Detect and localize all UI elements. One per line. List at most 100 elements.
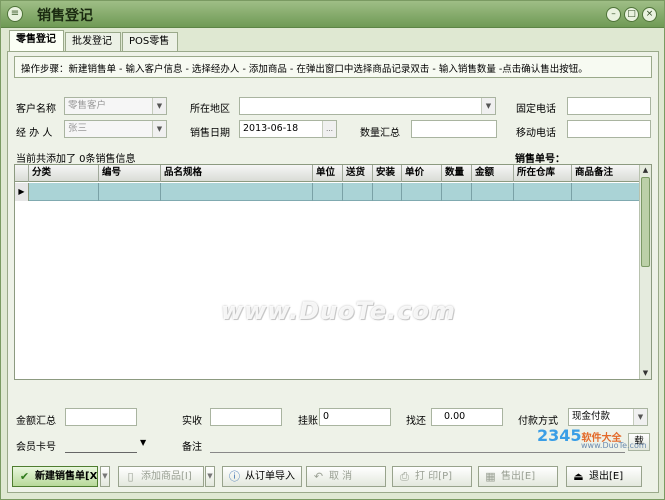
handler-select[interactable]: 张三 ▼ [64, 120, 167, 138]
confirm-sale-button[interactable]: ▦ 售出[E] [478, 466, 558, 487]
scroll-down-icon[interactable]: ▼ [640, 368, 651, 379]
date-picker[interactable]: 2013-06-18 … [239, 120, 337, 138]
customer-label: 客户名称 [16, 104, 56, 115]
handler-value: 张三 [68, 123, 88, 134]
print-button[interactable]: ⎙ 打 印[P] [392, 466, 472, 487]
grid-header: 分类 编号 品名规格 单位 送货 安装 单价 数量 金额 所在仓库 商品备注 [15, 165, 641, 182]
region-label: 所在地区 [190, 104, 230, 115]
table-cell[interactable] [514, 183, 572, 201]
import-order-button[interactable]: ⓘ 从订单导入 [222, 466, 302, 487]
region-select[interactable]: ▼ [239, 97, 496, 115]
action-bar: ✔ 新建销售单[X] ▼ ▯ 添加商品[I] ▼ ⓘ 从订单导入 ↶ 取 消 ⎙… [8, 462, 658, 492]
printer-icon: ⎙ [400, 470, 409, 483]
operation-steps: 操作步骤：新建销售单 - 输入客户信息 - 选择经办人 - 添加商品 - 在弹出… [14, 56, 652, 78]
cancel-label: 取 消 [329, 471, 353, 482]
exit-button[interactable]: ⏏ 退出[E] [566, 466, 642, 487]
added-count-text: 当前共添加了 0条销售信息 [16, 154, 136, 165]
minimize-icon[interactable]: – [606, 7, 621, 22]
change-input[interactable]: 0.00 [431, 408, 503, 426]
customer-value: 零售客户 [68, 100, 107, 111]
print-label: 打 印[P] [415, 471, 453, 482]
sales-grid[interactable]: 分类 编号 品名规格 单位 送货 安装 单价 数量 金额 所在仓库 商品备注 ▶ [14, 164, 652, 380]
table-cell[interactable] [402, 183, 442, 201]
column-header[interactable]: 单位 [313, 165, 343, 182]
phone-input[interactable] [567, 97, 651, 115]
column-header[interactable]: 送货 [343, 165, 373, 182]
chevron-down-icon[interactable]: ▼ [481, 98, 495, 114]
calendar-icon[interactable]: … [322, 121, 336, 137]
table-cell[interactable] [161, 183, 313, 201]
column-header[interactable]: 所在仓库 [514, 165, 572, 182]
sales-window: ≡ 销售登记 – □ × 零售登记 批发登记 POS零售 操作步骤：新建销售单 … [0, 0, 665, 500]
mobile-input[interactable] [567, 120, 651, 138]
chevron-down-icon[interactable]: ▼ [633, 409, 647, 425]
maximize-icon[interactable]: □ [624, 7, 639, 22]
received-input[interactable] [210, 408, 282, 426]
title-bar: ≡ 销售登记 – □ × [1, 1, 664, 28]
pay-method-value: 现金付款 [572, 411, 611, 422]
add-goods-dropdown-icon[interactable]: ▼ [205, 466, 215, 487]
import-order-label: 从订单导入 [245, 471, 295, 482]
table-icon: ▦ [485, 470, 496, 483]
table-cell[interactable] [343, 183, 373, 201]
column-header[interactable]: 数量 [442, 165, 472, 182]
new-order-button[interactable]: ✔ 新建销售单[X] [12, 466, 98, 487]
received-label: 实收 [182, 416, 202, 427]
change-label: 找还 [406, 416, 426, 427]
amount-input[interactable] [65, 408, 137, 426]
column-header[interactable]: 编号 [99, 165, 161, 182]
mobile-label: 移动电话 [516, 128, 556, 139]
cancel-button[interactable]: ↶ 取 消 [306, 466, 386, 487]
check-icon: ✔ [19, 470, 30, 483]
add-goods-button[interactable]: ▯ 添加商品[I] [118, 466, 204, 487]
qty-sum-label: 数量汇总 [360, 128, 400, 139]
column-header[interactable]: 分类 [29, 165, 99, 182]
brand-number: 2345 [537, 426, 582, 445]
scroll-up-icon[interactable]: ▲ [640, 165, 651, 176]
customer-select[interactable]: 零售客户 ▼ [64, 97, 167, 115]
scroll-thumb[interactable] [641, 177, 650, 267]
column-header[interactable]: 商品备注 [572, 165, 641, 182]
column-header[interactable]: 金额 [472, 165, 514, 182]
exit-icon: ⏏ [573, 470, 584, 483]
table-cell[interactable] [472, 183, 514, 201]
date-value: 2013-06-18 [243, 123, 299, 134]
credit-input[interactable]: 0 [319, 408, 391, 426]
pay-method-label: 付款方式 [518, 416, 558, 427]
tab-wholesale[interactable]: 批发登记 [65, 32, 121, 52]
pay-method-select[interactable]: 现金付款 ▼ [568, 408, 648, 426]
member-dropdown-icon[interactable]: ▼ [140, 438, 146, 447]
qty-sum-input[interactable] [411, 120, 497, 138]
note-label: 备注 [182, 442, 202, 453]
column-header[interactable]: 单价 [402, 165, 442, 182]
column-header[interactable]: 品名规格 [161, 165, 313, 182]
table-cell[interactable] [313, 183, 343, 201]
watermark-text: www.DuoTe.com [221, 297, 456, 325]
row-indicator-icon: ▶ [15, 183, 29, 201]
member-card-label: 会员卡号 [16, 442, 56, 453]
exit-label: 退出[E] [589, 471, 624, 482]
table-cell[interactable] [442, 183, 472, 201]
table-row[interactable] [29, 183, 641, 201]
confirm-sale-label: 售出[E] [501, 471, 536, 482]
table-cell[interactable] [29, 183, 99, 201]
new-order-dropdown-icon[interactable]: ▼ [100, 466, 110, 487]
tab-retail[interactable]: 零售登记 [9, 30, 64, 52]
table-cell[interactable] [99, 183, 161, 201]
tab-pos[interactable]: POS零售 [122, 32, 178, 52]
table-cell[interactable] [572, 183, 641, 201]
vertical-scrollbar[interactable]: ▲ ▼ [639, 165, 651, 379]
grid-corner [15, 165, 29, 182]
table-cell[interactable] [373, 183, 402, 201]
member-card-input[interactable] [65, 435, 137, 453]
handler-label: 经 办 人 [16, 128, 53, 139]
column-header[interactable]: 安装 [373, 165, 402, 182]
close-icon[interactable]: × [642, 7, 657, 22]
phone-label: 固定电话 [516, 104, 556, 115]
chevron-down-icon[interactable]: ▼ [152, 98, 166, 114]
new-order-label: 新建销售单[X] [35, 471, 98, 482]
app-icon[interactable]: ≡ [7, 6, 23, 22]
date-label: 销售日期 [190, 128, 230, 139]
amount-label: 金额汇总 [16, 416, 56, 427]
chevron-down-icon[interactable]: ▼ [152, 121, 166, 137]
